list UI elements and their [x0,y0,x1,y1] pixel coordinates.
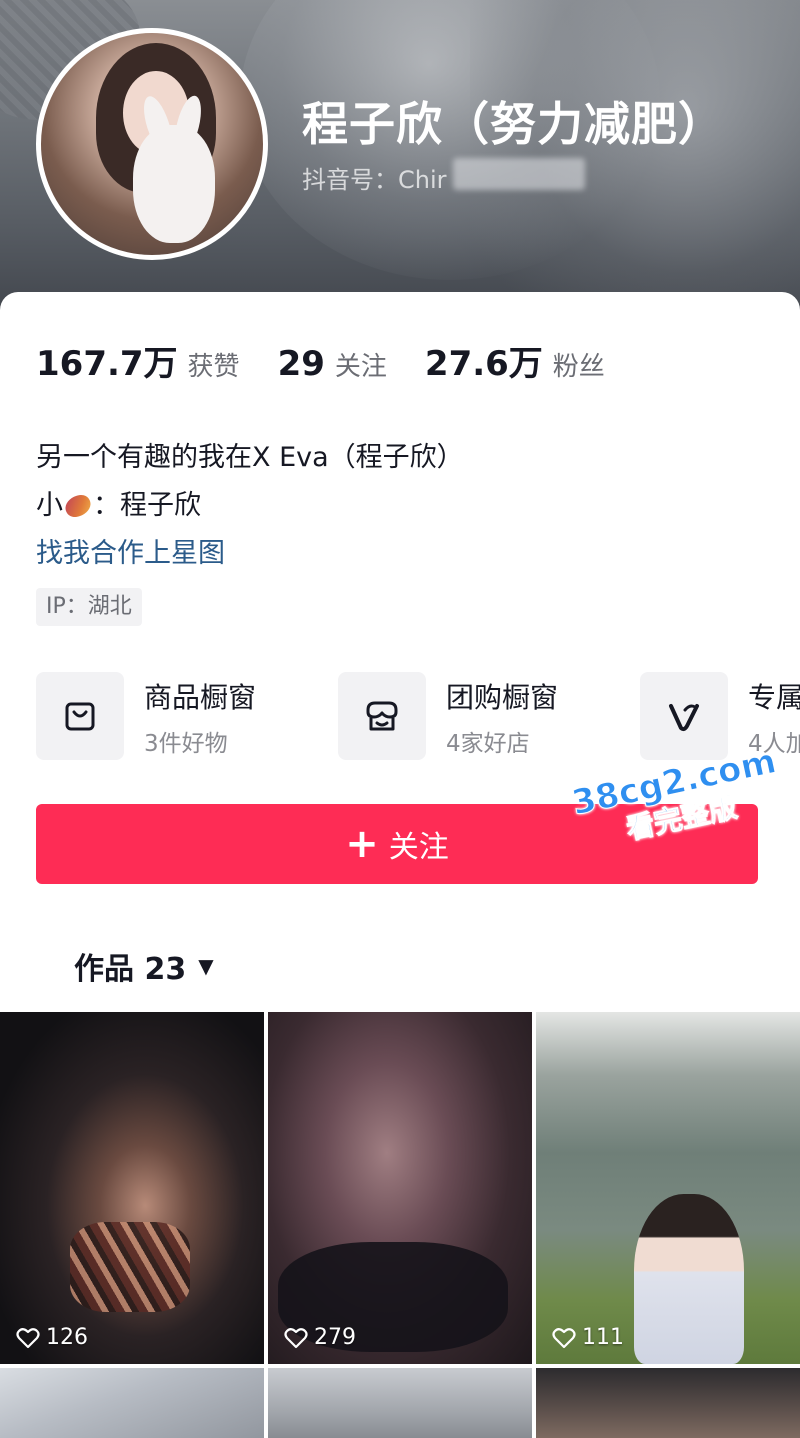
feature-exclusive-title: 专属 [748,681,800,714]
video-thumbnail[interactable]: 126 [0,1012,264,1364]
bag-icon [36,672,124,760]
bio-line-1: 另一个有趣的我在X Eva（程子欣） [36,442,464,473]
feature-product-window-sub: 3件好物 [144,731,228,757]
video-thumbnail[interactable] [268,1368,532,1438]
like-count: 279 [284,1325,356,1350]
feature-product-window-title: 商品橱窗 [144,681,257,714]
douyin-id-blur-mask [453,158,585,190]
stat-likes-label: 获赞 [187,352,240,382]
stat-following-value: 29 [277,344,325,384]
profile-stats: 167.7万 获赞 29 关注 27.6万 粉丝 [36,336,643,385]
stat-likes-value: 167.7万 [36,344,178,384]
shop-icon [338,672,426,760]
ip-location-tag: IP：湖北 [36,588,142,626]
like-count-value: 126 [46,1325,88,1350]
plus-icon: + [345,821,379,867]
stat-followers[interactable]: 27.6万 粉丝 [425,336,605,385]
douyin-id[interactable]: 抖音号：Chir [302,160,447,195]
feature-entries: 商品橱窗 3件好物 团购橱窗 4家好店 专属 4人加 [36,672,800,762]
like-count-value: 279 [314,1325,356,1350]
avatar[interactable] [36,28,268,260]
stat-following-label: 关注 [334,352,387,382]
profile-header: 程子欣（努力减肥） 抖音号：Chir [0,0,800,330]
star-map-link[interactable]: 找我合作上星图 [36,530,464,578]
video-thumbnail[interactable] [0,1368,264,1438]
profile-card: 167.7万 获赞 29 关注 27.6万 粉丝 另一个有趣的我在X Eva（程… [0,292,800,1438]
v-icon [640,672,728,760]
profile-nickname: 程子欣（努力减肥） [302,97,725,151]
like-count: 126 [16,1325,88,1350]
sweet-potato-icon [61,491,95,521]
stat-followers-value: 27.6万 [424,344,543,384]
video-thumbnail[interactable] [536,1368,800,1438]
bunny-plush [133,125,215,243]
heart-icon [16,1327,40,1348]
stat-followers-label: 粉丝 [552,352,605,382]
like-count: 111 [552,1325,624,1350]
feature-group-buy-window-title: 团购橱窗 [446,681,559,714]
bio-line-2: 小 ：程子欣 [36,482,464,530]
tab-works[interactable]: 作品 23 ▼ [74,944,214,988]
heart-icon [552,1327,576,1348]
stat-following[interactable]: 29 关注 [278,344,387,384]
profile-bio: 另一个有趣的我在X Eva（程子欣） 小 ：程子欣 找我合作上星图 [36,434,464,578]
caret-down-icon: ▼ [198,954,214,978]
tab-works-label: 作品 23 [74,952,187,987]
follow-button-label: 关注 [388,830,449,865]
stat-likes[interactable]: 167.7万 获赞 [36,336,240,385]
like-count-value: 111 [582,1325,624,1350]
bio-line-2-suffix: ：程子欣 [93,490,201,521]
bio-line-2-prefix: 小 [36,490,63,521]
video-thumbnail[interactable]: 111 [536,1012,800,1364]
heart-icon [284,1327,308,1348]
feature-group-buy-window-sub: 4家好店 [446,731,530,757]
video-thumbnail[interactable]: 279 [268,1012,532,1364]
